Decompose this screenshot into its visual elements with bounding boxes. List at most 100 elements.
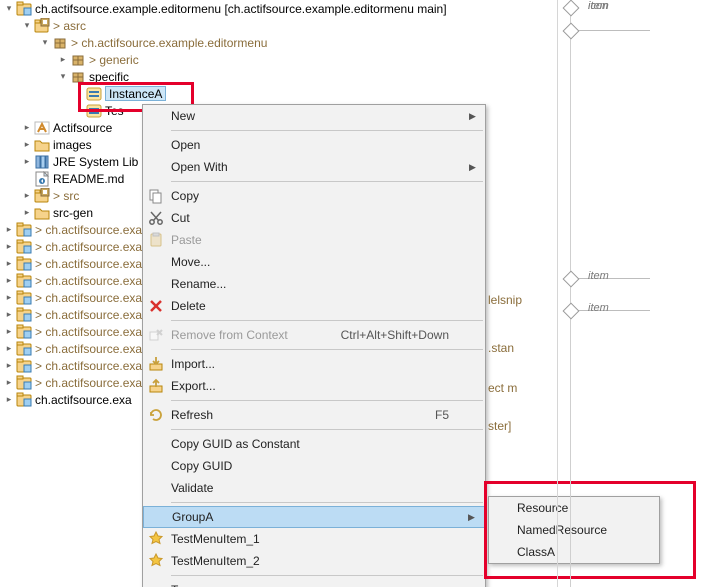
menu-item-groupa[interactable]: GroupA▶ bbox=[143, 506, 485, 528]
menu-item-copy[interactable]: Copy bbox=[143, 185, 485, 207]
tree-label: ch.actifsource.exa bbox=[35, 393, 132, 407]
menu-item-rename[interactable]: Rename... bbox=[143, 273, 485, 295]
menu-item-testmenuitem-1[interactable]: TestMenuItem_1 bbox=[143, 528, 485, 550]
tree-label-selected: InstanceA bbox=[105, 86, 166, 101]
twisty-open-icon[interactable]: ▾ bbox=[2, 2, 16, 16]
menu-item-validate[interactable]: Validate bbox=[143, 477, 485, 499]
tree-label: > ch.actifsource.exa bbox=[35, 257, 142, 271]
import-icon bbox=[143, 356, 169, 372]
twisty-closed-icon[interactable]: ▸ bbox=[20, 206, 34, 220]
tree-label: JRE System Lib bbox=[53, 155, 138, 169]
project-icon bbox=[16, 358, 32, 374]
tree-label: README.md bbox=[53, 172, 124, 186]
menu-item-open[interactable]: Open bbox=[143, 134, 485, 156]
twisty-closed-icon[interactable]: ▸ bbox=[20, 155, 34, 169]
project-icon bbox=[16, 307, 32, 323]
class-icon bbox=[86, 86, 102, 102]
star-icon bbox=[143, 553, 169, 569]
tree-label: > ch.actifsource.exa bbox=[35, 376, 142, 390]
diamond-icon bbox=[563, 0, 580, 16]
project-icon bbox=[16, 341, 32, 357]
menu-item-refresh[interactable]: RefreshF5 bbox=[143, 404, 485, 426]
menu-item-delete[interactable]: Delete bbox=[143, 295, 485, 317]
twisty-open-icon[interactable]: ▾ bbox=[20, 19, 34, 33]
diagram-panel: icon item item item bbox=[557, 0, 703, 587]
twisty-closed-icon[interactable]: ▸ bbox=[2, 359, 16, 373]
tree-label: > generic bbox=[89, 53, 139, 67]
package-icon bbox=[70, 52, 86, 68]
twisty-closed-icon[interactable]: ▸ bbox=[2, 393, 16, 407]
twisty-closed-icon[interactable]: ▸ bbox=[20, 189, 34, 203]
twisty-closed-icon[interactable]: ▸ bbox=[20, 138, 34, 152]
package-icon bbox=[70, 69, 86, 85]
twisty-closed-icon[interactable]: ▸ bbox=[20, 121, 34, 135]
project-icon bbox=[16, 1, 32, 17]
twisty-open-icon[interactable]: ▾ bbox=[56, 70, 70, 84]
twisty-closed-icon[interactable]: ▸ bbox=[2, 325, 16, 339]
menu-item-team[interactable]: Team▶ bbox=[143, 579, 485, 587]
menu-item-testmenuitem-2[interactable]: TestMenuItem_2 bbox=[143, 550, 485, 572]
twisty-closed-icon[interactable]: ▸ bbox=[56, 53, 70, 67]
tree-label: > ch.actifsource.exa bbox=[35, 342, 142, 356]
menu-separator bbox=[171, 320, 483, 321]
copy-icon bbox=[143, 188, 169, 204]
diamond-icon bbox=[563, 303, 580, 320]
tree-row[interactable]: ▾ > ch.actifsource.example.editormenu bbox=[0, 34, 560, 51]
delete-icon bbox=[143, 298, 169, 314]
twisty-closed-icon[interactable]: ▸ bbox=[2, 240, 16, 254]
star-icon bbox=[143, 531, 169, 547]
folder-icon bbox=[34, 205, 50, 221]
export-icon bbox=[143, 378, 169, 394]
tree-label: > ch.actifsource.exa bbox=[35, 325, 142, 339]
menu-separator bbox=[171, 575, 483, 576]
twisty-closed-icon[interactable]: ▸ bbox=[2, 223, 16, 237]
tree-label: src-gen bbox=[53, 206, 93, 220]
project-icon bbox=[16, 273, 32, 289]
tree-row[interactable]: ▾ specific bbox=[0, 68, 560, 85]
menu-item-move[interactable]: Move... bbox=[143, 251, 485, 273]
tree-row[interactable]: ▸ > generic bbox=[0, 51, 560, 68]
twisty-closed-icon[interactable]: ▸ bbox=[2, 274, 16, 288]
twisty-open-icon[interactable]: ▾ bbox=[38, 36, 52, 50]
folder-icon bbox=[34, 137, 50, 153]
obscured-text: lelsnip bbox=[488, 293, 522, 307]
project-label: ch.actifsource.example.editormenu [ch.ac… bbox=[35, 2, 447, 16]
menu-separator bbox=[171, 349, 483, 350]
menu-item-new[interactable]: New▶ bbox=[143, 105, 485, 127]
twisty-closed-icon[interactable]: ▸ bbox=[2, 257, 16, 271]
menu-item-cut[interactable]: Cut bbox=[143, 207, 485, 229]
diamond-icon bbox=[563, 271, 580, 288]
tree-label: images bbox=[53, 138, 92, 152]
project-icon bbox=[16, 222, 32, 238]
project-icon bbox=[16, 239, 32, 255]
menu-item-copy-guid-constant[interactable]: Copy GUID as Constant bbox=[143, 433, 485, 455]
tree-label: > ch.actifsource.exa bbox=[35, 359, 142, 373]
menu-item-export[interactable]: Export... bbox=[143, 375, 485, 397]
twisty-closed-icon[interactable]: ▸ bbox=[2, 308, 16, 322]
menu-item-import[interactable]: Import... bbox=[143, 353, 485, 375]
actifsource-icon bbox=[34, 120, 50, 136]
project-icon bbox=[16, 290, 32, 306]
tree-row-project[interactable]: ▾ ch.actifsource.example.editormenu [ch.… bbox=[0, 0, 560, 17]
diagram-label: item bbox=[588, 0, 609, 12]
menu-item-copy-guid[interactable]: Copy GUID bbox=[143, 455, 485, 477]
submenu-arrow-icon: ▶ bbox=[469, 162, 485, 173]
submenu-arrow-icon: ▶ bbox=[468, 512, 484, 523]
menu-separator bbox=[171, 400, 483, 401]
tree-label: > ch.actifsource.exa bbox=[35, 274, 142, 288]
context-menu[interactable]: New▶ Open Open With▶ Copy Cut Paste Move… bbox=[142, 104, 486, 587]
tree-row[interactable]: ▾ > asrc bbox=[0, 17, 560, 34]
tree-label: > ch.actifsource.exa bbox=[35, 291, 142, 305]
menu-separator bbox=[171, 429, 483, 430]
twisty-closed-icon[interactable]: ▸ bbox=[2, 342, 16, 356]
refresh-icon bbox=[143, 407, 169, 423]
tree-row-instancea[interactable]: InstanceA bbox=[0, 85, 560, 102]
twisty-closed-icon[interactable]: ▸ bbox=[2, 291, 16, 305]
menu-item-open-with[interactable]: Open With▶ bbox=[143, 156, 485, 178]
library-icon bbox=[34, 154, 50, 170]
twisty-closed-icon[interactable]: ▸ bbox=[2, 376, 16, 390]
menu-separator bbox=[171, 130, 483, 131]
tree-label: > ch.actifsource.exa bbox=[35, 308, 142, 322]
markdown-file-icon bbox=[34, 171, 50, 187]
tree-label: specific bbox=[89, 70, 129, 84]
